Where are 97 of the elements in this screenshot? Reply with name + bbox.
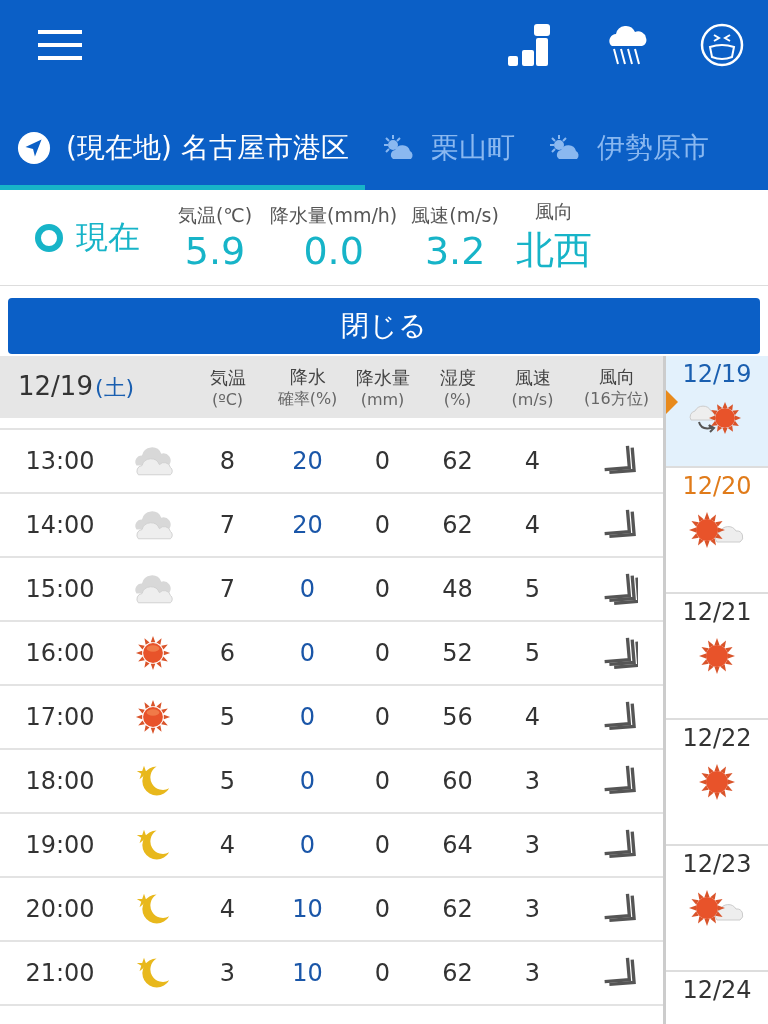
probability-cell-text: 10 — [291, 959, 324, 987]
stat-label: 風速(m/s) — [411, 202, 499, 228]
probability-cell-text: 0 — [298, 639, 317, 667]
temperature-cell-text: 7 — [218, 511, 237, 539]
humidity-cell-text: 62 — [441, 959, 474, 987]
day-item[interactable]: 12/21 — [666, 594, 768, 720]
precipitation-cell-text: 0 — [373, 767, 392, 795]
current-label: 現在 — [76, 216, 140, 258]
temperature-cell-text: 4 — [218, 831, 237, 859]
column-unit: 確率(%) — [277, 388, 338, 410]
precipitation-cell-text: 0 — [373, 511, 392, 539]
day-item[interactable]: 12/23 — [666, 846, 768, 972]
stat-value: 0.0 — [303, 228, 364, 273]
stat-value: 5.9 — [184, 228, 246, 273]
column-header: 降水 — [289, 364, 326, 389]
time-cell-text: 21:00 — [24, 959, 96, 987]
day-item[interactable]: 12/24 — [666, 972, 768, 1024]
stat-value: 3.2 — [424, 228, 486, 273]
temperature-cell-text: 6 — [218, 639, 237, 667]
humidity-cell-text: 60 — [441, 767, 474, 795]
column-header: 気温 — [209, 365, 246, 390]
day-date: 12/21 — [682, 598, 752, 626]
wind-speed-cell-text: 5 — [523, 639, 542, 667]
column-header: 風向 — [598, 364, 635, 389]
sun-cloud-icon — [689, 888, 745, 928]
temperature-cell-text: 5 — [218, 703, 237, 731]
wind-speed-cell-text: 3 — [523, 767, 542, 795]
probability-cell-text: 0 — [298, 831, 317, 859]
column-header: 降水量 — [355, 365, 410, 390]
stat-label: 風向 — [534, 199, 573, 224]
weekday-label: (土) — [94, 374, 135, 402]
wind-speed-cell-text: 4 — [523, 447, 542, 475]
precipitation-cell-text: 0 — [373, 831, 392, 859]
probability-cell-text: 0 — [298, 767, 317, 795]
humidity-cell-text: 62 — [441, 511, 474, 539]
time-cell-text: 18:00 — [24, 767, 96, 795]
column-unit: (%) — [443, 389, 472, 409]
humidity-cell-text: 62 — [441, 895, 474, 923]
column-unit: (ºC) — [211, 389, 244, 409]
day-date: 12/23 — [682, 850, 752, 878]
time-cell-text: 14:00 — [24, 511, 96, 539]
stat-label: 降水量(mm/h) — [270, 202, 398, 228]
precipitation-cell-text: 0 — [373, 639, 392, 667]
time-cell-text: 15:00 — [24, 575, 96, 603]
humidity-cell-text: 62 — [441, 447, 474, 475]
day-item[interactable]: 12/22 — [666, 720, 768, 846]
precipitation-cell-text: 0 — [373, 895, 392, 923]
time-cell-text: 16:00 — [24, 639, 96, 667]
humidity-cell-text: 64 — [441, 831, 474, 859]
wind-speed-cell-text: 3 — [523, 959, 542, 987]
probability-cell-text: 20 — [291, 447, 324, 475]
day-item[interactable]: 12/19 — [666, 356, 768, 468]
day-date: 12/22 — [682, 724, 752, 752]
column-header: 風速 — [514, 365, 551, 390]
sun-cloud-icon — [689, 510, 745, 550]
humidity-cell-text: 48 — [441, 575, 474, 603]
column-unit: (m/s) — [511, 389, 554, 409]
temperature-cell-text: 4 — [218, 895, 237, 923]
temperature-cell-text: 5 — [218, 767, 237, 795]
ring-icon — [34, 222, 64, 253]
probability-cell-text: 0 — [298, 575, 317, 603]
date-label: 12/19 — [18, 371, 93, 401]
probability-cell-text: 20 — [291, 511, 324, 539]
time-cell-text: 17:00 — [24, 703, 96, 731]
wind-speed-cell-text: 5 — [523, 575, 542, 603]
precipitation-cell-text: 0 — [373, 575, 392, 603]
column-unit: (16方位) — [584, 388, 649, 410]
location-tab[interactable]: (現在地) 名古屋市港区 — [0, 110, 365, 190]
stat-value: 北西 — [515, 227, 592, 274]
precipitation-cell-text: 0 — [373, 447, 392, 475]
wind-speed-cell-text: 3 — [523, 831, 542, 859]
wind-speed-cell-text: 4 — [523, 703, 542, 731]
precipitation-cell-text: 0 — [373, 959, 392, 987]
temperature-cell-text: 8 — [218, 447, 237, 475]
time-cell-text: 13:00 — [24, 447, 96, 475]
menu-icon[interactable] — [38, 30, 82, 60]
masked-face-icon[interactable] — [700, 23, 744, 67]
temperature-cell-text: 7 — [218, 575, 237, 603]
probability-cell-text: 0 — [298, 703, 317, 731]
column-header: 湿度 — [439, 365, 476, 390]
probability-cell-text: 10 — [291, 895, 324, 923]
stat-label: 気温(℃) — [177, 202, 253, 228]
temperature-cell-text: 3 — [218, 959, 237, 987]
time-cell-text: 20:00 — [24, 895, 96, 923]
pointer-icon — [666, 390, 678, 414]
column-unit: (mm) — [360, 389, 405, 409]
wind-speed-cell-text: 3 — [523, 895, 542, 923]
wind-speed-cell-text: 4 — [523, 511, 542, 539]
day-date: 12/20 — [682, 472, 752, 500]
time-cell-text: 19:00 — [24, 831, 96, 859]
humidity-cell-text: 52 — [441, 639, 474, 667]
blocks-icon[interactable] — [508, 23, 552, 67]
close-button[interactable]: 閉じる — [8, 298, 760, 354]
day-date: 12/24 — [682, 976, 752, 1004]
day-date: 12/19 — [682, 360, 752, 388]
humidity-cell-text: 56 — [441, 703, 474, 731]
precipitation-cell-text: 0 — [373, 703, 392, 731]
